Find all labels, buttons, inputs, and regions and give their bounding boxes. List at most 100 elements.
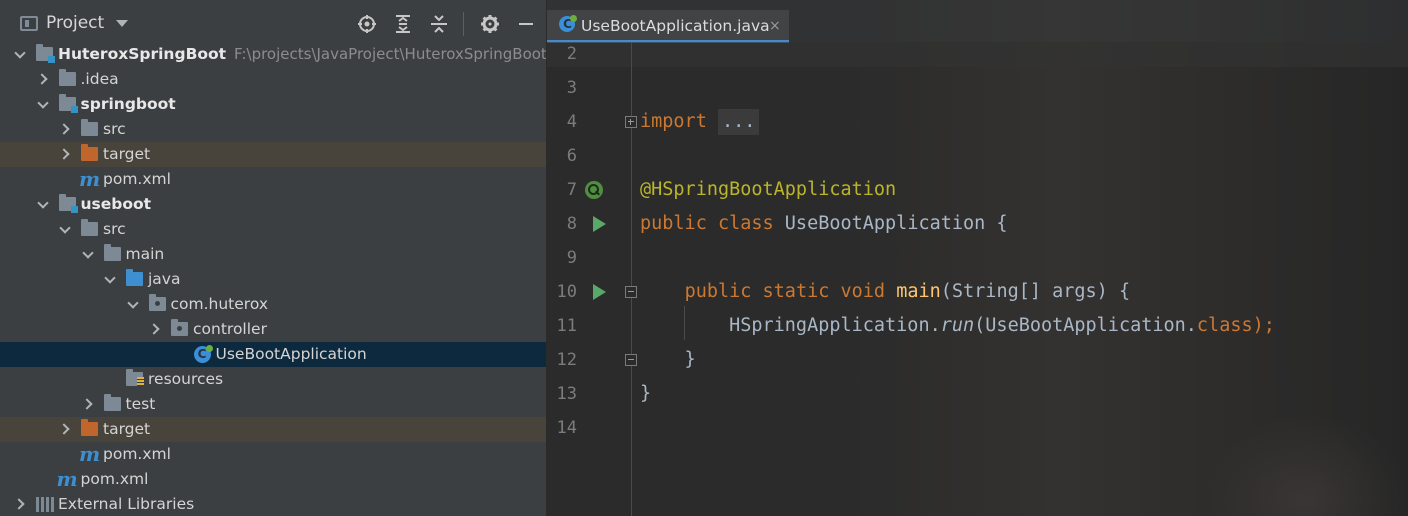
tree-item-main[interactable]: main [0, 242, 546, 267]
expand-all-icon[interactable] [393, 14, 413, 34]
maven-icon: m [79, 442, 101, 466]
excluded-folder-icon [81, 419, 98, 436]
run-icon[interactable] [593, 284, 606, 300]
code-line[interactable]: import ... [640, 105, 760, 139]
tree-item--idea[interactable]: .idea [0, 67, 546, 92]
tree-item-label: src [103, 120, 126, 138]
code-token: ); [1252, 315, 1275, 336]
chevron-down-icon[interactable] [127, 298, 139, 310]
code-token: import [640, 111, 707, 132]
tree-item-com-huterox[interactable]: com.huterox [0, 292, 546, 317]
project-tree: HuteroxSpringBoot F:\projects\JavaProject… [0, 42, 546, 516]
ide-window: Project HuteroxSpringBoot F:\projects\Ja… [0, 0, 1408, 516]
tree-item-target[interactable]: target [0, 417, 546, 442]
locate-icon[interactable] [357, 14, 377, 34]
project-tool-window: Project HuteroxSpringBoot F:\projects\Ja… [0, 0, 547, 516]
code-line[interactable]: } [640, 343, 696, 377]
tree-item-useboot[interactable]: useboot [0, 192, 546, 217]
tree-item-label: springboot [80, 95, 176, 113]
tree-item-label: pom.xml [80, 470, 149, 488]
chevron-down-icon[interactable] [82, 248, 94, 260]
chevron-right-icon[interactable] [59, 423, 71, 435]
tree-item-pom-xml[interactable]: m pom.xml [0, 167, 546, 192]
chevron-right-icon[interactable] [37, 73, 49, 85]
chevron-right-icon[interactable] [149, 323, 161, 335]
spring-bean-icon[interactable] [585, 181, 603, 199]
chevron-right-icon[interactable] [59, 148, 71, 160]
code-line[interactable]: public static void main(String[] args) { [640, 275, 1131, 309]
fold-expand-icon[interactable] [625, 116, 637, 128]
chevron-down-icon[interactable] [37, 98, 49, 110]
run-icon[interactable] [593, 216, 606, 232]
chevron-down-icon[interactable] [59, 223, 71, 235]
tree-item-springboot[interactable]: springboot [0, 92, 546, 117]
folder-icon [81, 119, 98, 136]
folder-icon [103, 244, 121, 261]
tree-item-resources[interactable]: resources [0, 367, 546, 392]
line-number: 10 [556, 282, 577, 302]
code-editor[interactable]: UseBootApplication.java × 2 3 4 import ... 6… [547, 0, 1408, 516]
code-line[interactable]: public class UseBootApplication { [640, 207, 1008, 241]
gear-icon[interactable] [480, 14, 500, 34]
module-folder-icon [36, 44, 55, 63]
tree-item-label: java [148, 270, 181, 288]
code-line[interactable]: HSpringApplication.run(UseBootApplicatio… [640, 309, 1275, 343]
tab-usebootapplication-java[interactable]: UseBootApplication.java × [547, 10, 789, 43]
chevron-down-icon[interactable] [37, 198, 49, 210]
code-token: main [896, 281, 941, 302]
folded-imports[interactable]: ... [717, 109, 760, 135]
tree-item-java[interactable]: java [0, 267, 546, 292]
line-number: 11 [556, 316, 577, 336]
tree-item-pom-xml[interactable]: m pom.xml [0, 442, 546, 467]
tree-item-label: pom.xml [103, 445, 171, 463]
project-path: F:\projects\JavaProject\HuteroxSpringBoo… [234, 45, 547, 63]
tree-item-label: resources [148, 370, 224, 388]
tree-item-huteroxspringboot[interactable]: HuteroxSpringBoot F:\projects\JavaProject… [0, 42, 546, 67]
code-token: @HSpringBootApplication [640, 179, 897, 200]
source-folder-icon [126, 269, 143, 286]
tree-item-src[interactable]: src [0, 117, 546, 142]
tree-item-usebootapplication[interactable]: UseBootApplication [0, 342, 546, 367]
folder-icon [58, 69, 76, 86]
excluded-folder-icon [81, 144, 98, 161]
tree-item-label: controller [193, 320, 267, 338]
collapse-all-icon[interactable] [429, 14, 449, 34]
line-number: 13 [556, 384, 577, 404]
tree-item-label: useboot [80, 195, 152, 213]
code-token: class [1196, 315, 1253, 336]
editor-tab-bar: UseBootApplication.java × [547, 0, 1408, 43]
tree-item-target[interactable]: target [0, 142, 546, 167]
tree-item-pom-xml[interactable]: m pom.xml [0, 467, 546, 492]
minimize-icon[interactable] [516, 14, 536, 34]
spring-boot-class-icon [193, 345, 213, 363]
tree-item-label: src [103, 220, 126, 238]
chevron-down-icon[interactable] [14, 48, 26, 60]
code-line[interactable]: @HSpringBootApplication [640, 173, 896, 207]
chevron-right-icon[interactable] [59, 123, 71, 135]
close-icon[interactable]: × [769, 10, 781, 42]
caret-line-highlight [547, 42, 1408, 67]
tree-item-test[interactable]: test [0, 392, 546, 417]
chevron-down-icon[interactable] [116, 19, 129, 27]
fold-collapse-icon[interactable] [625, 286, 637, 298]
tree-item-controller[interactable]: controller [0, 317, 546, 342]
spring-boot-class-icon [559, 15, 577, 33]
chevron-right-icon[interactable] [82, 398, 94, 410]
tree-item-label: test [125, 395, 156, 413]
tree-item-label: main [125, 245, 165, 263]
fold-collapse-icon[interactable] [625, 354, 637, 366]
code-line[interactable]: } [640, 377, 651, 411]
resources-folder-icon [126, 369, 144, 386]
package-icon [148, 294, 166, 311]
chevron-down-icon[interactable] [104, 273, 116, 285]
chevron-right-icon[interactable] [14, 498, 26, 510]
tree-item-src[interactable]: src [0, 217, 546, 242]
gutter-divider [631, 42, 632, 516]
tree-item-external-libraries[interactable]: External Libraries [0, 492, 546, 516]
project-view-selector[interactable]: Project [20, 12, 129, 34]
module-folder-icon [58, 94, 78, 113]
libraries-icon [36, 497, 54, 512]
tree-item-label: pom.xml [103, 170, 171, 188]
